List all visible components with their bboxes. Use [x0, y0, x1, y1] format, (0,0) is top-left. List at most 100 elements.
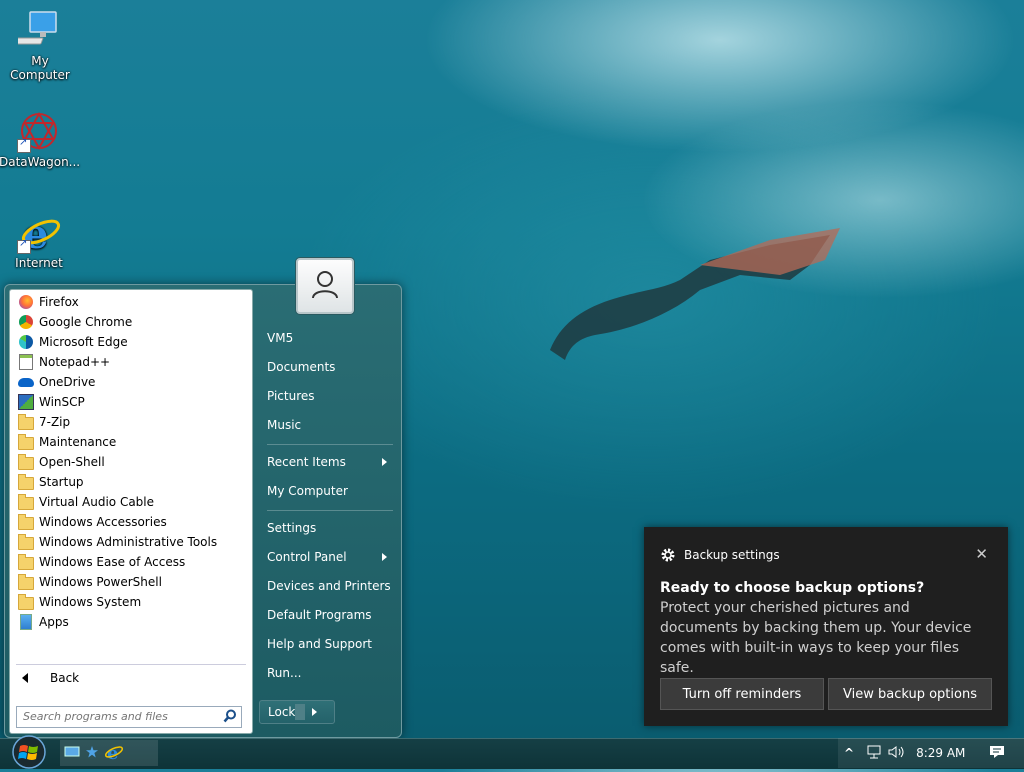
place-recent-items[interactable]: Recent Items	[263, 449, 397, 475]
desktop-icon-datawagon[interactable]: DataWagon...	[0, 109, 81, 169]
place-label: Settings	[267, 521, 317, 535]
program-label: Windows Administrative Tools	[39, 535, 218, 549]
program-folder-windows-powershell[interactable]: Windows PowerShell	[10, 572, 252, 592]
program-folder-maintenance[interactable]: Maintenance	[10, 432, 252, 452]
place-help-and-support[interactable]: Help and Support	[263, 631, 397, 657]
program-item-notepadpp[interactable]: Notepad++	[10, 352, 252, 372]
program-folder-windows-ease-of-access[interactable]: Windows Ease of Access	[10, 552, 252, 572]
place-control-panel[interactable]: Control Panel	[263, 544, 397, 570]
show-desktop-icon[interactable]	[64, 745, 80, 762]
notification-app-name: Backup settings	[684, 548, 780, 562]
place-settings[interactable]: Settings	[263, 515, 397, 541]
folder-icon	[18, 453, 34, 470]
notepadpp-icon	[18, 354, 34, 370]
wallpaper-diver	[550, 228, 840, 360]
start-button[interactable]	[8, 735, 50, 769]
program-folder-windows-system[interactable]: Windows System	[10, 592, 252, 612]
program-folder-open-shell[interactable]: Open-Shell	[10, 452, 252, 472]
desktop-icon-label: DataWagon...	[0, 155, 81, 169]
gear-icon	[660, 547, 676, 563]
folder-icon	[18, 473, 34, 490]
place-label: Pictures	[267, 389, 315, 403]
search-input[interactable]	[17, 707, 225, 725]
windows-logo-icon	[12, 735, 46, 769]
program-item-onedrive[interactable]: OneDrive	[10, 372, 252, 392]
place-my-computer[interactable]: My Computer	[263, 478, 397, 504]
program-label: Google Chrome	[39, 315, 133, 329]
clock[interactable]: 8:29 AM	[916, 746, 965, 760]
place-label: Default Programs	[267, 608, 372, 622]
show-hidden-icons-chevron[interactable]: ^	[844, 746, 854, 760]
program-label: Firefox	[39, 295, 79, 309]
place-pictures[interactable]: Pictures	[263, 383, 397, 409]
folder-icon	[18, 553, 34, 570]
place-label: Devices and Printers	[267, 579, 391, 593]
lock-button[interactable]: Lock	[259, 700, 335, 724]
back-button[interactable]: Back	[18, 668, 79, 688]
program-label: Startup	[39, 475, 84, 489]
program-label: Apps	[39, 615, 69, 629]
folder-icon	[18, 533, 34, 550]
place-default-programs[interactable]: Default Programs	[263, 602, 397, 628]
onedrive-icon	[18, 374, 34, 390]
turn-off-reminders-button[interactable]: Turn off reminders	[660, 678, 824, 710]
pinned-star-icon[interactable]	[86, 745, 98, 761]
places-separator	[267, 444, 393, 445]
desktop-icon-label: My Computer	[10, 54, 70, 82]
submenu-arrow-icon	[382, 553, 387, 561]
program-folder-virtual-audio-cable[interactable]: Virtual Audio Cable	[10, 492, 252, 512]
program-item-winscp[interactable]: WinSCP	[10, 392, 252, 412]
user-avatar[interactable]	[296, 258, 354, 314]
program-folder-windows-accessories[interactable]: Windows Accessories	[10, 512, 252, 532]
start-menu: Firefox Google Chrome Microsoft Edge Not…	[4, 284, 402, 738]
place-label: VM5	[267, 331, 294, 345]
place-documents[interactable]: Documents	[263, 354, 397, 380]
program-folder-windows-administrative-tools[interactable]: Windows Administrative Tools	[10, 532, 252, 552]
place-music[interactable]: Music	[263, 412, 397, 438]
place-devices-and-printers[interactable]: Devices and Printers	[263, 573, 397, 599]
folder-icon	[18, 413, 34, 430]
program-item-edge[interactable]: Microsoft Edge	[10, 332, 252, 352]
lock-options-arrow-icon[interactable]	[312, 708, 327, 716]
search-box[interactable]	[16, 706, 242, 728]
program-item-chrome[interactable]: Google Chrome	[10, 312, 252, 332]
view-backup-options-button[interactable]: View backup options	[828, 678, 992, 710]
action-center-icon[interactable]	[989, 744, 1005, 763]
search-icon[interactable]	[223, 709, 237, 726]
network-icon[interactable]	[866, 745, 882, 762]
folder-icon	[18, 513, 34, 530]
back-label: Back	[50, 671, 80, 685]
place-vm5[interactable]: VM5	[263, 325, 397, 351]
place-label: Control Panel	[267, 550, 347, 564]
program-label: Notepad++	[39, 355, 111, 369]
volume-icon[interactable]	[888, 745, 906, 762]
program-label: OneDrive	[39, 375, 96, 389]
program-label: Windows Ease of Access	[39, 555, 186, 569]
place-label: Run...	[267, 666, 302, 680]
place-label: Music	[267, 418, 302, 432]
notification-header: Backup settings	[660, 547, 780, 563]
desktop-icon-internet-explorer[interactable]: e Internet	[0, 210, 79, 270]
program-label: Open-Shell	[39, 455, 105, 469]
programs-pane: Firefox Google Chrome Microsoft Edge Not…	[9, 289, 253, 734]
program-folder-startup[interactable]: Startup	[10, 472, 252, 492]
program-label: 7-Zip	[39, 415, 71, 429]
internet-explorer-icon[interactable]: e	[104, 742, 124, 765]
quick-launch-bar: e	[60, 740, 158, 766]
apps-icon	[18, 614, 34, 630]
backup-notification: Backup settings ✕ Ready to choose backup…	[644, 527, 1008, 726]
program-folder-7zip[interactable]: 7-Zip	[10, 412, 252, 432]
place-run[interactable]: Run...	[263, 660, 397, 686]
programs-separator	[16, 664, 246, 665]
folder-icon	[18, 573, 34, 590]
svg-text:e: e	[107, 743, 118, 762]
program-item-apps[interactable]: Apps	[10, 612, 252, 632]
desktop-icon-my-computer[interactable]: My Computer	[0, 8, 80, 82]
program-item-firefox[interactable]: Firefox	[10, 292, 252, 312]
desktop-icon-label: Internet	[15, 256, 63, 270]
close-icon[interactable]: ✕	[975, 545, 988, 563]
datawagon-icon	[17, 109, 61, 153]
folder-icon	[18, 593, 34, 610]
place-label: My Computer	[267, 484, 348, 498]
program-label: Windows PowerShell	[39, 575, 162, 589]
